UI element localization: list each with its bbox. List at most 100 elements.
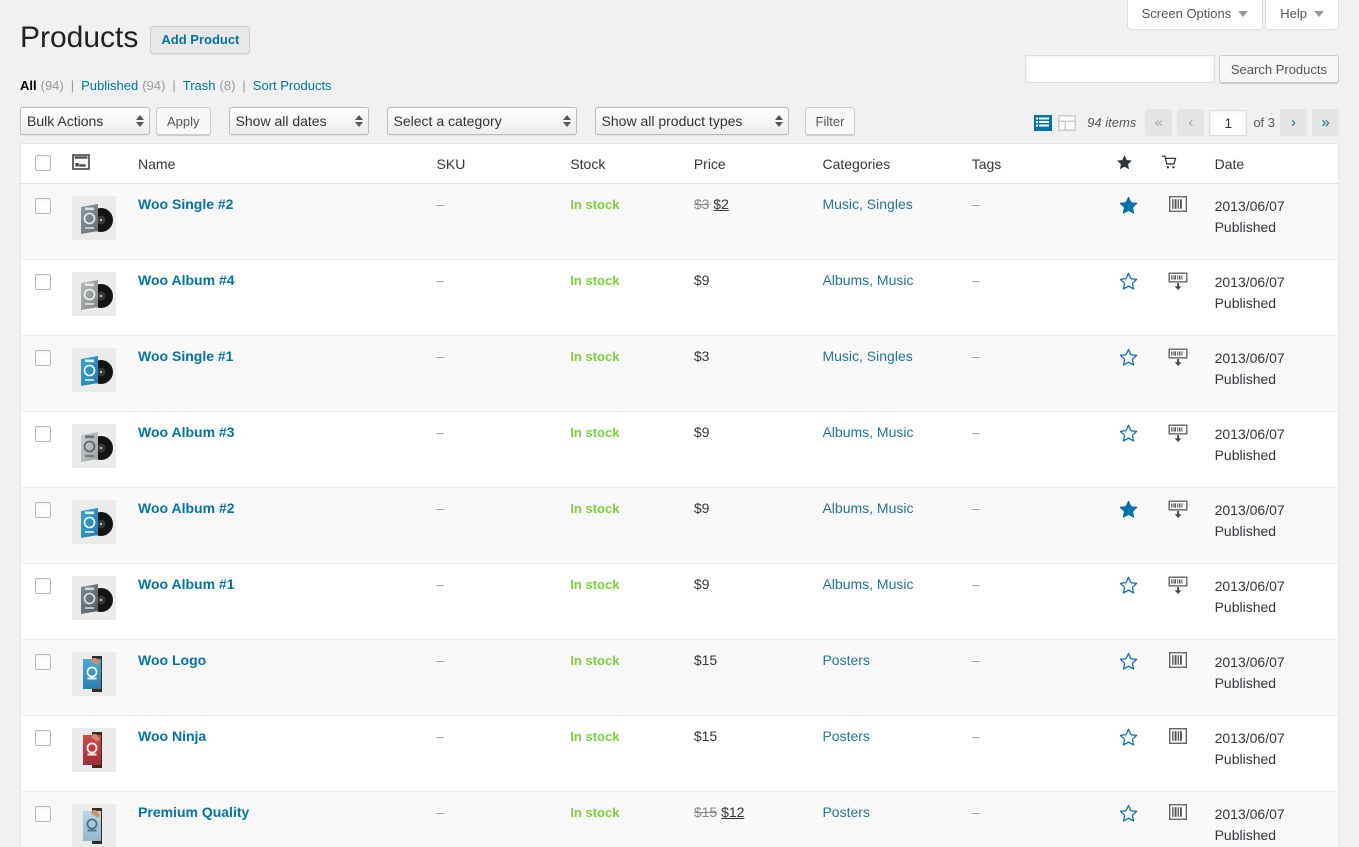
column-header-date[interactable]: Date [1205, 144, 1339, 184]
status-filter-published[interactable]: Published (94) | [81, 73, 183, 99]
featured-star-icon[interactable] [1119, 576, 1138, 595]
row-select-checkbox[interactable] [35, 198, 51, 214]
product-thumbnail[interactable] [72, 652, 116, 696]
column-header-name[interactable]: Name [128, 144, 426, 184]
search-products-button[interactable]: Search Products [1219, 55, 1339, 83]
column-header-product-type[interactable] [1151, 144, 1205, 184]
products-admin-page: Screen Options Help Products Add Product… [0, 0, 1359, 847]
table-row: Woo Album #2–In stock$9Albums, Music–201… [21, 488, 1339, 564]
row-select-checkbox[interactable] [35, 806, 51, 822]
help-button[interactable]: Help [1265, 0, 1339, 30]
row-select-checkbox[interactable] [35, 274, 51, 290]
product-name-link[interactable]: Woo Logo [138, 652, 206, 668]
product-name-link[interactable]: Woo Album #3 [138, 424, 234, 440]
excerpt-view-icon[interactable] [1057, 113, 1077, 133]
list-view-icon[interactable] [1033, 113, 1053, 133]
row-thumbnail-cell [62, 716, 128, 792]
current-page-input[interactable] [1209, 110, 1247, 136]
prev-page-button[interactable]: ‹ [1177, 109, 1204, 136]
product-thumbnail[interactable] [72, 576, 116, 620]
category-link[interactable]: Music, Singles [822, 348, 912, 364]
row-checkbox-cell [21, 488, 63, 564]
column-header-price[interactable]: Price [684, 144, 813, 184]
row-date-cell: 2013/06/07Published [1205, 184, 1339, 260]
last-page-button[interactable]: » [1312, 109, 1339, 136]
apply-button[interactable]: Apply [156, 107, 211, 135]
product-thumbnail[interactable] [72, 728, 116, 772]
featured-star-icon[interactable] [1119, 272, 1138, 291]
product-type-filter-select[interactable]: Show all product types [595, 107, 789, 135]
row-select-checkbox[interactable] [35, 426, 51, 442]
category-link[interactable]: Posters [822, 804, 869, 820]
publish-status: Published [1215, 599, 1277, 615]
bulk-actions-select[interactable]: Bulk Actions [20, 107, 150, 135]
row-select-checkbox[interactable] [35, 654, 51, 670]
column-header-image[interactable] [62, 144, 128, 184]
featured-star-icon[interactable] [1119, 728, 1138, 747]
product-thumbnail[interactable] [72, 272, 116, 316]
category-link[interactable]: Albums, Music [822, 576, 913, 592]
column-header-stock[interactable]: Stock [560, 144, 684, 184]
featured-star-icon[interactable] [1119, 500, 1138, 519]
sort-products-link[interactable]: Sort Products [253, 73, 332, 99]
row-product-type-cell [1151, 792, 1205, 847]
row-select-checkbox[interactable] [35, 578, 51, 594]
category-link[interactable]: Posters [822, 652, 869, 668]
column-header-tags[interactable]: Tags [962, 144, 1106, 184]
category-link[interactable]: Albums, Music [822, 500, 913, 516]
tags-value: – [972, 500, 980, 516]
column-header-categories[interactable]: Categories [812, 144, 961, 184]
product-name-link[interactable]: Woo Single #2 [138, 196, 233, 212]
row-date-cell: 2013/06/07Published [1205, 564, 1339, 640]
filter-button[interactable]: Filter [805, 107, 856, 135]
product-name-link[interactable]: Woo Album #2 [138, 500, 234, 516]
product-name-link[interactable]: Woo Ninja [138, 728, 206, 744]
dates-filter-select[interactable]: Show all dates [229, 107, 369, 135]
column-header-sku[interactable]: SKU [427, 144, 561, 184]
product-thumbnail[interactable] [72, 424, 116, 468]
category-filter-select[interactable]: Select a category [387, 107, 577, 135]
featured-star-icon[interactable] [1119, 652, 1138, 671]
featured-star-icon[interactable] [1119, 424, 1138, 443]
row-featured-cell [1106, 184, 1151, 260]
status-filter-all-link[interactable]: All [20, 73, 37, 99]
status-filter-all[interactable]: All (94) | [20, 73, 81, 99]
next-page-button[interactable]: › [1280, 109, 1307, 136]
row-select-checkbox[interactable] [35, 730, 51, 746]
row-thumbnail-cell [62, 412, 128, 488]
category-link[interactable]: Albums, Music [822, 272, 913, 288]
category-link[interactable]: Posters [822, 728, 869, 744]
featured-star-icon[interactable] [1119, 348, 1138, 367]
status-filter-trash[interactable]: Trash (8) | [183, 73, 253, 99]
status-filter-published-link[interactable]: Published [81, 73, 138, 99]
product-thumbnail[interactable] [72, 196, 116, 240]
status-filter-sort-products[interactable]: Sort Products [253, 73, 332, 99]
search-input[interactable] [1025, 55, 1215, 83]
row-select-checkbox[interactable] [35, 350, 51, 366]
add-product-button[interactable]: Add Product [150, 26, 250, 54]
product-name-link[interactable]: Woo Single #1 [138, 348, 233, 364]
category-link[interactable]: Albums, Music [822, 424, 913, 440]
status-filter-trash-link[interactable]: Trash [183, 73, 216, 99]
row-sku-cell: – [427, 640, 561, 716]
select-all-checkbox[interactable] [35, 155, 51, 171]
product-name-link[interactable]: Premium Quality [138, 804, 249, 820]
help-label: Help [1280, 6, 1307, 21]
product-thumbnail[interactable] [72, 500, 116, 544]
row-categories-cell: Posters [812, 792, 961, 847]
product-name-link[interactable]: Woo Album #1 [138, 576, 234, 592]
category-link[interactable]: Music, Singles [822, 196, 912, 212]
page-title: Products [20, 18, 138, 57]
product-name-link[interactable]: Woo Album #4 [138, 272, 234, 288]
product-thumbnail[interactable] [72, 804, 116, 847]
featured-star-icon[interactable] [1119, 804, 1138, 823]
row-select-checkbox[interactable] [35, 502, 51, 518]
column-header-featured[interactable] [1106, 144, 1151, 184]
featured-star-icon[interactable] [1119, 196, 1138, 215]
tablenav-top: Bulk Actions Apply Show all dates Select… [20, 107, 1339, 141]
total-pages-label: of 3 [1253, 115, 1275, 130]
product-thumbnail[interactable] [72, 348, 116, 392]
screen-options-button[interactable]: Screen Options [1127, 0, 1264, 30]
row-categories-cell: Music, Singles [812, 336, 961, 412]
first-page-button[interactable]: « [1145, 109, 1172, 136]
